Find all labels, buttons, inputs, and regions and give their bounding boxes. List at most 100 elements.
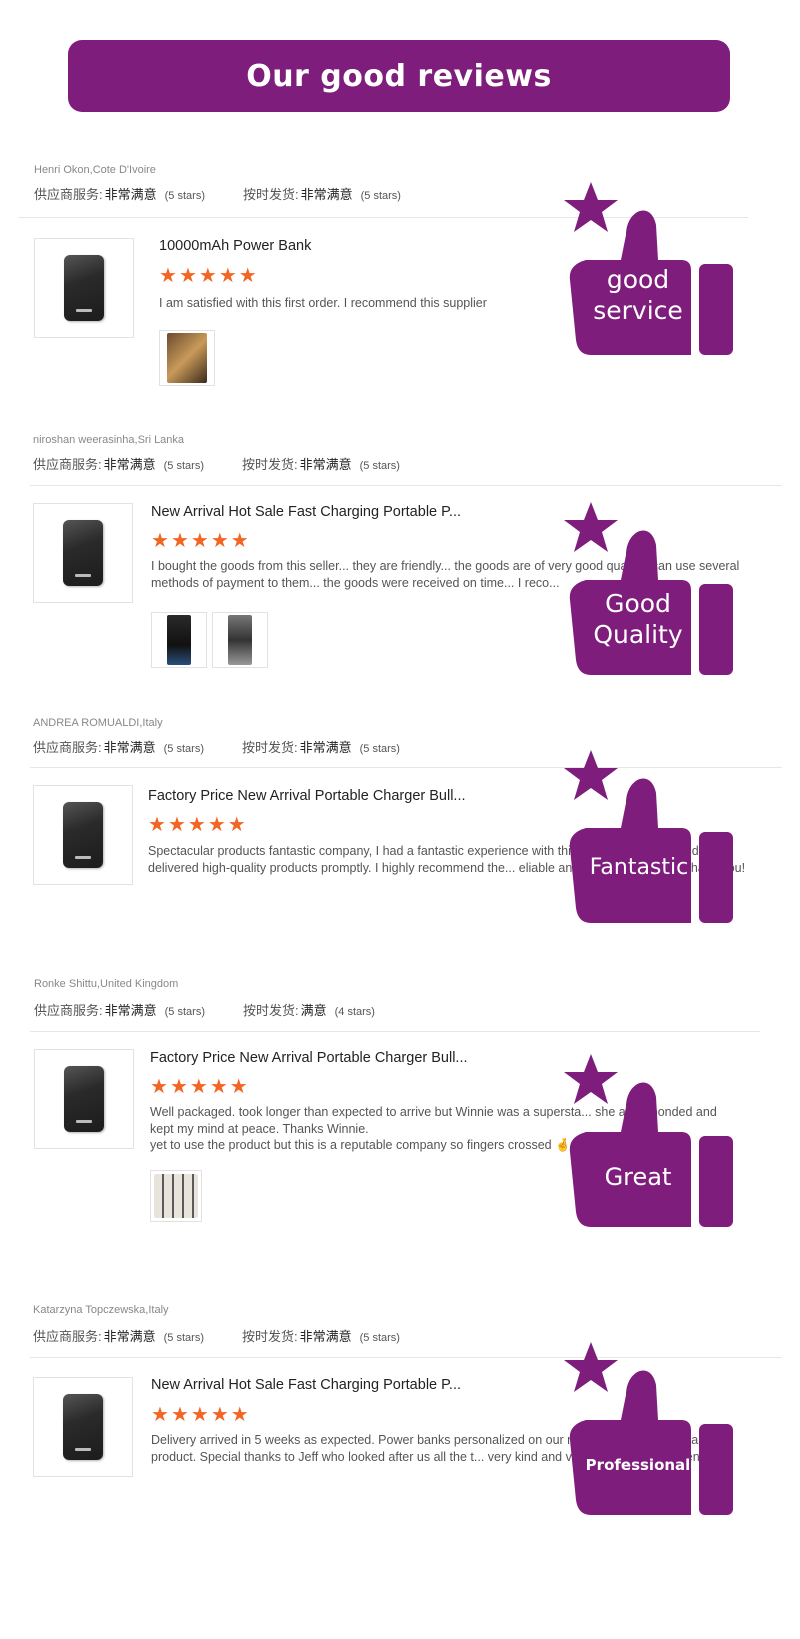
- badge-label: Great: [604, 1163, 672, 1191]
- star-icon: ★: [187, 814, 206, 836]
- review-photo[interactable]: [212, 612, 268, 668]
- product-thumbnail[interactable]: [34, 1049, 134, 1149]
- thumbs-up-icon: [564, 1054, 733, 1227]
- delivery-value: 非常满意: [299, 740, 352, 755]
- star-icon: ★: [230, 530, 249, 552]
- header-banner: Our good reviews: [68, 40, 730, 112]
- supplier-service-value: 非常满意: [103, 1329, 156, 1344]
- star-icon: ★: [151, 1404, 169, 1426]
- product-title[interactable]: 10000mAh Power Bank: [159, 238, 311, 254]
- photo-image: [167, 333, 207, 383]
- badge-label: Good Quality: [593, 589, 683, 650]
- delivery-label: 按时发货:: [242, 187, 299, 202]
- star-icon: ★: [150, 1076, 168, 1098]
- delivery-stars: (5 stars): [360, 190, 401, 202]
- product-title[interactable]: New Arrival Hot Sale Fast Charging Porta…: [151, 504, 461, 520]
- page-title: Our good reviews: [246, 58, 552, 94]
- power-bank-image: [63, 1394, 103, 1460]
- delivery-label: 按时发货:: [241, 1329, 298, 1344]
- delivery-label: 按时发货:: [241, 457, 298, 472]
- badge-label: Professional: [585, 1456, 691, 1474]
- delivery-stars: (5 stars): [359, 743, 400, 755]
- rating-summary: 供应商服务: 非常满意 (5 stars) 按时发货: 满意 (4 stars): [34, 1000, 375, 1019]
- rating-summary: 供应商服务: 非常满意 (5 stars) 按时发货: 非常满意 (5 stars): [33, 454, 400, 473]
- review-photo[interactable]: [150, 1170, 202, 1222]
- supplier-service-label: 供应商服务:: [34, 1003, 103, 1018]
- rating-summary: 供应商服务: 非常满意 (5 stars) 按时发货: 非常满意 (5 stars): [33, 737, 400, 756]
- supplier-service-value: 非常满意: [104, 1003, 157, 1018]
- reviewer-name: niroshan weerasinha,Sri Lanka: [33, 434, 185, 446]
- power-bank-image: [63, 520, 103, 586]
- star-icon: ★: [198, 265, 217, 287]
- photo-image: [228, 615, 252, 665]
- divider: [30, 1031, 760, 1032]
- star-icon: ★: [190, 530, 209, 552]
- star-icon: [564, 750, 618, 800]
- product-title[interactable]: Factory Price New Arrival Portable Charg…: [148, 788, 466, 804]
- badge-label: Fantastic: [589, 855, 689, 880]
- star-icon: ★: [230, 1404, 249, 1426]
- supplier-service-stars: (5 stars): [164, 190, 205, 202]
- delivery-value: 非常满意: [299, 457, 352, 472]
- badge-label: good service: [593, 265, 683, 326]
- star-icon: ★: [209, 1076, 228, 1098]
- delivery-stars: (5 stars): [359, 460, 400, 472]
- supplier-service-stars: (5 stars): [163, 743, 204, 755]
- delivery-value: 非常满意: [300, 187, 353, 202]
- star-icon: ★: [178, 265, 197, 287]
- supplier-service-value: 非常满意: [103, 457, 156, 472]
- product-thumbnail[interactable]: [33, 1377, 133, 1477]
- supplier-service-value: 非常满意: [104, 187, 157, 202]
- supplier-service-stars: (5 stars): [163, 460, 204, 472]
- delivery-value: 非常满意: [299, 1329, 352, 1344]
- rating-summary: 供应商服务: 非常满意 (5 stars) 按时发货: 非常满意 (5 stars): [34, 184, 401, 203]
- star-icon: ★: [189, 1076, 208, 1098]
- star-rating: ★ ★ ★ ★ ★: [159, 266, 257, 286]
- delivery-stars: (4 stars): [334, 1006, 375, 1018]
- product-title[interactable]: Factory Price New Arrival Portable Charg…: [150, 1050, 468, 1066]
- power-bank-image: [64, 255, 104, 321]
- review-photo[interactable]: [151, 612, 207, 668]
- thumbs-up-icon: [564, 750, 733, 923]
- star-icon: ★: [229, 1076, 248, 1098]
- review-photo[interactable]: [159, 330, 215, 386]
- supplier-service-value: 非常满意: [103, 740, 156, 755]
- star-icon: [564, 1054, 618, 1104]
- supplier-service-label: 供应商服务:: [33, 1329, 102, 1344]
- star-icon: ★: [151, 530, 169, 552]
- product-thumbnail[interactable]: [33, 503, 133, 603]
- reviewer-name: Henri Okon,Cote D'Ivoire: [34, 164, 156, 176]
- supplier-service-label: 供应商服务:: [33, 457, 102, 472]
- divider: [30, 485, 782, 486]
- badge-good-quality: Good Quality: [556, 500, 756, 690]
- star-icon: ★: [210, 1404, 229, 1426]
- star-icon: ★: [227, 814, 246, 836]
- product-thumbnail[interactable]: [33, 785, 133, 885]
- star-icon: ★: [159, 265, 177, 287]
- star-icon: ★: [238, 265, 257, 287]
- star-icon: ★: [169, 1076, 188, 1098]
- badge-great: Great: [556, 1052, 756, 1242]
- star-rating: ★ ★ ★ ★ ★: [151, 1405, 249, 1425]
- supplier-service-label: 供应商服务:: [33, 740, 102, 755]
- reviewer-name: ANDREA ROMUALDI,Italy: [33, 717, 163, 729]
- badge-good-service: good service: [556, 180, 756, 370]
- star-icon: ★: [207, 814, 226, 836]
- reviewer-name: Katarzyna Topczewska,Italy: [33, 1304, 169, 1316]
- supplier-service-label: 供应商服务:: [34, 187, 103, 202]
- rating-summary: 供应商服务: 非常满意 (5 stars) 按时发货: 非常满意 (5 stars): [33, 1326, 400, 1345]
- star-icon: ★: [148, 814, 166, 836]
- star-icon: [564, 182, 618, 232]
- supplier-service-stars: (5 stars): [163, 1332, 204, 1344]
- power-bank-image: [63, 802, 103, 868]
- star-icon: [564, 502, 618, 552]
- star-rating: ★ ★ ★ ★ ★: [148, 815, 246, 835]
- product-thumbnail[interactable]: [34, 238, 134, 338]
- review-comment: I am satisfied with this first order. I …: [159, 296, 487, 310]
- badge-professional: Professional: [556, 1340, 756, 1530]
- delivery-label: 按时发货:: [241, 740, 298, 755]
- photo-image: [154, 1174, 198, 1218]
- star-icon: ★: [190, 1404, 209, 1426]
- supplier-service-stars: (5 stars): [164, 1006, 205, 1018]
- product-title[interactable]: New Arrival Hot Sale Fast Charging Porta…: [151, 1377, 461, 1393]
